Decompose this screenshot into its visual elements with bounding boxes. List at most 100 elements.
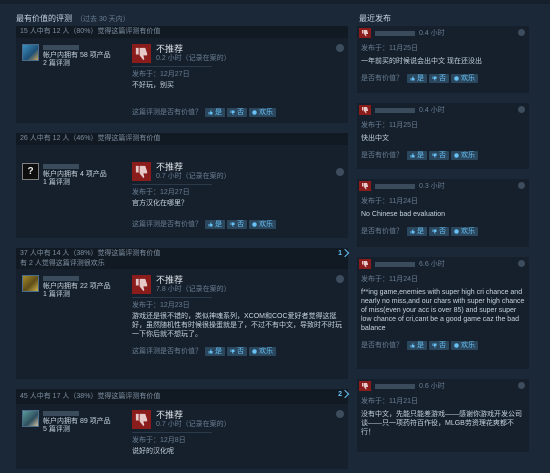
review-content: 游戏还是很不错的，类似神魂系列，XCOM和COC爱好者觉得这挺好，虽然随机性有时… [132, 313, 342, 338]
vote-yes-button[interactable]: 是 [407, 340, 427, 350]
vote-funny-button[interactable]: 欢乐 [451, 340, 478, 350]
recommendation[interactable]: 不推荐 0.7 小时（记录在案的） [132, 162, 344, 181]
recent-review-header[interactable]: 0.4 小时 [357, 103, 529, 117]
reviewer-review-count[interactable]: 1 篇评测 [43, 179, 107, 187]
reviewer-review-count[interactable]: 5 篇评测 [43, 426, 111, 434]
helpful-question: 是否有价值？ [361, 228, 403, 235]
reviewer-info[interactable]: 帐户内拥有 22 项产品 1 篇评测 [16, 269, 126, 361]
avatar[interactable] [22, 410, 39, 427]
review-feedback: 是否有价值？ 是 否 欢乐 [357, 339, 529, 355]
recent-review-header[interactable]: 0.4 小时 [357, 26, 529, 40]
review-feedback: 这篇评测是否有价值？ 是 否 欢乐 [132, 106, 344, 118]
vote-no-button[interactable]: 否 [429, 226, 449, 236]
vote-no-button[interactable]: 否 [227, 107, 247, 117]
reviewer-name[interactable] [43, 164, 79, 169]
rec-hours: 0.6 小时 [419, 383, 445, 390]
posted-date: 发布于：12月8日 [132, 432, 212, 445]
smiley-icon [454, 228, 459, 234]
vote-funny-button[interactable]: 欢乐 [249, 107, 276, 117]
recent-review-card: 0.3 小时 发布于：11月24日 No Chinese bad evaluat… [357, 179, 529, 247]
vote-funny-button[interactable]: 欢乐 [451, 150, 478, 160]
reviewer-name[interactable] [43, 411, 79, 416]
rec-hours: 6.6 小时 [419, 261, 445, 268]
reviewer-name[interactable] [43, 276, 79, 281]
posted-date: 发布于：12月23日 [132, 297, 212, 310]
helpful-question: 是否有价值？ [361, 75, 403, 82]
rec-hours: 0.7 小时（记录在案的） [156, 173, 231, 180]
review-feedback: 是否有价值？ 是 否 欢乐 [357, 149, 529, 165]
vote-funny-button[interactable]: 欢乐 [249, 219, 276, 229]
review-feedback: 这篇评测是否有价值？ 是 否 欢乐 [132, 345, 344, 357]
vote-yes-button[interactable]: 是 [205, 346, 225, 356]
avatar[interactable] [22, 275, 39, 292]
review-content: 快出中文 [361, 135, 389, 142]
thumbs-down-icon [132, 275, 151, 294]
reviewer-name[interactable] [375, 261, 415, 267]
steam-icon [336, 275, 344, 283]
thumbs-down-small-icon [432, 343, 437, 348]
vote-funny-button[interactable]: 欢乐 [451, 73, 478, 83]
vote-yes-button[interactable]: 是 [407, 150, 427, 160]
recent-review-header[interactable]: 0.6 小时 [357, 379, 529, 393]
recent-review-header[interactable]: 6.6 小时 [357, 257, 529, 271]
vote-yes-button[interactable]: 是 [407, 226, 427, 236]
vote-no-button[interactable]: 否 [227, 346, 247, 356]
thumbs-up-icon [410, 228, 415, 234]
steam-icon [518, 182, 525, 189]
thumbs-up-icon [208, 348, 213, 354]
helpful-count-line: 37 人中有 14 人（38%）觉得这篇评测有价值 [20, 250, 161, 257]
vote-no-button[interactable]: 否 [429, 340, 449, 350]
reviewer-products: 帐户内拥有 22 项产品 [43, 283, 111, 290]
recommendation[interactable]: 不推荐 0.2 小时（记录在案的） [132, 44, 344, 63]
recommendation[interactable]: 不推荐 0.7 小时（记录在案的） [132, 410, 344, 429]
rec-hours: 0.3 小时 [419, 183, 445, 190]
vote-funny-button[interactable]: 欢乐 [249, 346, 276, 356]
recommendation[interactable]: 不推荐 7.8 小时（记录在案的） [132, 275, 344, 294]
reviewer-info[interactable]: 帐户内拥有 58 项产品 2 篇评测 [16, 38, 126, 122]
recent-reviews-column: 0.4 小时 发布于：11月25日 一年前买的时候说会出中文 现在还没出 是否有… [357, 26, 529, 452]
reviewer-name[interactable] [43, 45, 79, 50]
steam-icon [336, 44, 344, 52]
recent-review-header[interactable]: 0.3 小时 [357, 179, 529, 193]
steam-icon [518, 382, 525, 389]
vote-no-button[interactable]: 否 [429, 150, 449, 160]
posted-date: 发布于：12月27日 [132, 184, 212, 197]
reviewer-name[interactable] [375, 183, 415, 189]
thumbs-down-small-icon [230, 222, 235, 227]
review-card: 26 人中有 12 人（46%）觉得这篇评测有价值 ? 帐户内拥有 4 项产品 … [16, 133, 348, 238]
vote-no-button[interactable]: 否 [429, 73, 449, 83]
avatar[interactable] [22, 44, 39, 61]
smiley-icon [454, 342, 459, 348]
reviewer-info[interactable]: 帐户内拥有 89 项产品 5 篇评测 [16, 404, 126, 466]
rec-hours: 0.7 小时（记录在案的） [156, 421, 231, 428]
thumbs-up-icon [410, 342, 415, 348]
thumbs-down-icon [132, 410, 151, 429]
vote-yes-button[interactable]: 是 [205, 107, 225, 117]
vote-no-button[interactable]: 否 [227, 219, 247, 229]
thumbs-down-icon [359, 181, 371, 191]
helpful-question: 是否有价值？ [361, 152, 403, 159]
avatar[interactable]: ? [22, 163, 39, 180]
rec-title: 不推荐 [156, 44, 184, 54]
review-helpful-count: 45 人中有 17 人（38%）觉得这篇评测有价值 [16, 389, 348, 404]
smiley-icon [454, 75, 459, 81]
most-helpful-label: 最有价值的评测 [16, 14, 72, 23]
posted-date: 发布于：11月25日 [361, 45, 419, 52]
reviewer-review-count[interactable]: 2 篇评测 [43, 60, 111, 68]
thumbs-up-icon [208, 109, 213, 115]
review-helpful-count: 15 人中有 12 人（80%）觉得这篇评测有价值 [16, 26, 348, 38]
review-content: f**ing game,enemies with super high cri … [361, 289, 525, 332]
reviewer-info[interactable]: ? 帐户内拥有 4 项产品 1 篇评测 [16, 145, 126, 234]
reviewer-name[interactable] [375, 30, 415, 36]
thumbs-down-icon [132, 162, 151, 181]
reviewer-name[interactable] [375, 383, 415, 389]
vote-yes-button[interactable]: 是 [205, 219, 225, 229]
reviewer-name[interactable] [375, 107, 415, 113]
reviewer-review-count[interactable]: 1 篇评测 [43, 291, 111, 299]
posted-date: 发布于：11月25日 [361, 122, 419, 129]
steam-icon [518, 29, 525, 36]
vote-funny-button[interactable]: 欢乐 [451, 226, 478, 236]
top-bar [0, 0, 550, 4]
reviewer-products: 帐户内拥有 89 项产品 [43, 418, 111, 425]
vote-yes-button[interactable]: 是 [407, 73, 427, 83]
